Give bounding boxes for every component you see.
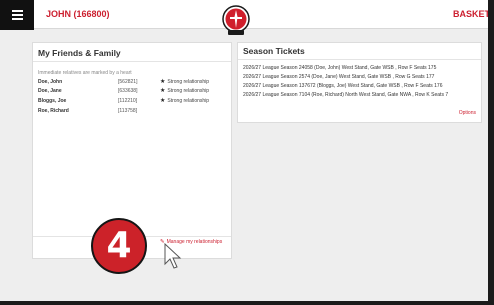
friend-row[interactable]: Doe, Jane [633638] ★ Strong relationship [38,88,228,97]
account-name-link[interactable]: JOHN (166800) [46,9,110,19]
top-bar: JOHN (166800) BASKET [0,0,490,35]
friend-id: [113758] [118,108,138,114]
relationship-status: ★ Strong relationship [160,88,210,94]
star-icon: ★ [160,88,166,94]
divider [33,61,231,62]
club-crest-logo[interactable] [222,5,250,36]
step-number-badge: 4 [91,218,147,274]
star-icon: ★ [160,98,166,104]
page: JOHN (166800) BASKET My Friends & Family… [0,0,490,301]
tickets-panel-title: Season Tickets [243,46,305,56]
friend-name: Doe, Jane [38,88,62,94]
star-icon: ★ [160,79,166,85]
friend-name: Bloggs, Joe [38,98,67,104]
friend-row[interactable]: Doe, John [562821] ★ Strong relationship [38,79,228,88]
friends-subtitle: Immediate relatives are marked by a hear… [38,70,132,76]
friend-id: [633638] [118,88,138,94]
ticket-row[interactable]: 2026/27 League Season 137672 (Bloggs, Jo… [243,83,442,89]
season-tickets-panel: Season Tickets 2026/27 League Season 240… [237,42,482,123]
basket-link[interactable]: BASKET [453,9,490,19]
options-link[interactable]: Options [459,110,476,116]
hamburger-menu-icon[interactable] [0,0,34,30]
friend-name: Doe, John [38,79,63,85]
friend-name: Roe, Richard [38,108,69,114]
divider [238,59,481,60]
friends-panel-title: My Friends & Family [38,48,121,58]
friend-id: [562821] [118,79,138,85]
friend-row[interactable]: Bloggs, Joe [112210] ★ Strong relationshi… [38,98,228,107]
window-edge [488,0,494,305]
relationship-status: ★ Strong relationship [160,79,210,85]
mouse-pointer-icon [164,243,182,269]
ticket-row[interactable]: 2026/27 League Season 24058 (Doe, John) … [243,65,436,71]
ticket-row[interactable]: 2026/27 League Season 7104 (Roe, Richard… [243,92,448,98]
friend-id: [112210] [118,98,138,104]
relationship-status: ★ Strong relationship [160,98,210,104]
friend-row[interactable]: Roe, Richard [113758] [38,108,228,117]
ticket-row[interactable]: 2026/27 League Season 2574 (Doe, Jane) W… [243,74,434,80]
